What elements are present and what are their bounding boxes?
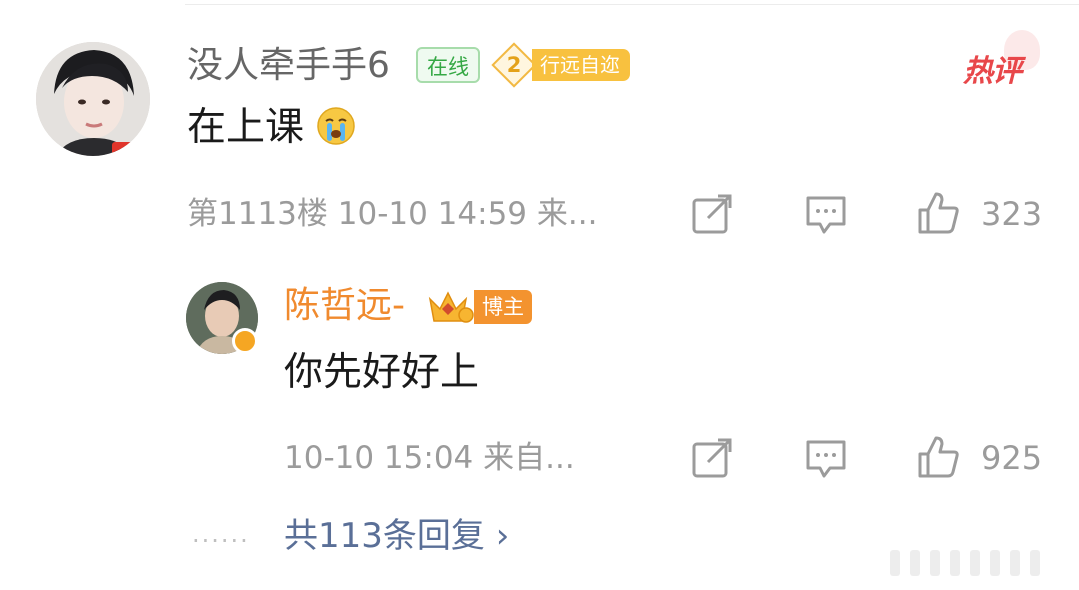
reply-like-count: 925 [981, 439, 1043, 477]
commenter-username[interactable]: 没人牵手手6 [187, 44, 390, 88]
reply-share-icon[interactable] [690, 436, 734, 480]
thread-dots: ...... [192, 520, 250, 548]
commenter-avatar[interactable] [36, 42, 150, 156]
like-icon[interactable] [916, 190, 960, 234]
comment-like-count: 323 [981, 195, 1043, 233]
comment-icon[interactable] [804, 192, 848, 236]
watermark [890, 550, 1040, 576]
reply-meta: 10-10 15:04 来自... [284, 440, 575, 476]
reply-text: 你先好好上 [284, 350, 480, 395]
comment-meta: 第1113楼 10-10 14:59 来... [187, 196, 598, 232]
reply-like-icon[interactable] [916, 434, 960, 478]
verified-badge-icon [232, 328, 258, 354]
reply-comment-icon[interactable] [804, 436, 848, 480]
commenter-avatar-image [36, 42, 150, 156]
more-replies-link[interactable]: 共113条回复 › [284, 514, 509, 558]
online-badge: 在线 [416, 47, 480, 83]
replier-username[interactable]: 陈哲远- [284, 284, 405, 328]
share-icon[interactable] [690, 192, 734, 236]
hot-comment-tag: 热评 [963, 54, 1022, 89]
level-label: 行远自迩 [532, 49, 630, 81]
comment-text: 在上课 [187, 105, 305, 150]
blogger-badge: 博主 [474, 290, 532, 324]
crying-face-icon [317, 107, 356, 145]
top-divider [185, 4, 1079, 5]
comment-content: 在上课 [187, 104, 356, 152]
level-number: 2 [506, 53, 522, 77]
